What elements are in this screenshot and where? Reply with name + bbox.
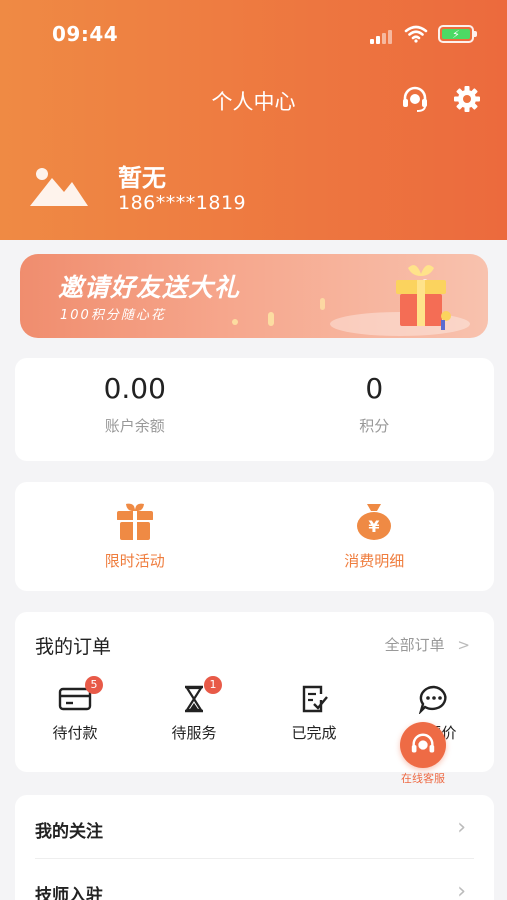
pending-service-badge: 1 bbox=[204, 676, 222, 694]
all-orders-label: 全部订单 bbox=[384, 636, 445, 654]
technician-join-row[interactable]: 技师入驻 › bbox=[35, 859, 474, 900]
chevron-right-icon: > bbox=[457, 636, 470, 654]
menu-list-card: 我的关注 › 技师入驻 › bbox=[15, 795, 494, 900]
customer-service-headset-icon[interactable] bbox=[400, 84, 430, 114]
online-service-floating-button[interactable]: 在线客服 bbox=[400, 722, 448, 786]
floating-headset-circle bbox=[400, 722, 446, 768]
limited-activity-label: 限时活动 bbox=[104, 552, 165, 570]
invite-banner[interactable]: 邀请好友送大礼 100积分随心花 bbox=[20, 254, 488, 338]
document-check-icon bbox=[302, 685, 328, 713]
pending-payment-badge: 5 bbox=[85, 676, 103, 694]
order-pending-service[interactable]: 1 待服务 bbox=[134, 676, 254, 743]
online-service-label: 在线客服 bbox=[401, 772, 445, 785]
wifi-icon bbox=[404, 25, 428, 43]
spending-detail-button[interactable]: ¥ 消费明细 bbox=[255, 500, 495, 571]
balance-label: 账户余额 bbox=[104, 417, 165, 435]
money-bag-icon: ¥ bbox=[357, 504, 392, 540]
orders-title: 我的订单 bbox=[35, 636, 112, 658]
points-value: 0 bbox=[365, 372, 384, 405]
page-title: 个人中心 bbox=[211, 90, 296, 114]
points-stat[interactable]: 0 积分 bbox=[255, 372, 495, 436]
cellular-signal-icon bbox=[370, 30, 396, 44]
account-stats-card: 0.00 账户余额 0 积分 bbox=[15, 358, 494, 461]
pending-payment-label: 待付款 bbox=[52, 724, 98, 742]
feature-card: 限时活动 ¥ 消费明细 bbox=[15, 482, 494, 591]
all-orders-link[interactable]: 全部订单 > bbox=[385, 634, 470, 655]
profile-header: 09:44 ⚡ 个人中心 暂无 186****1819 bbox=[0, 0, 507, 240]
user-name: 暂无 bbox=[118, 164, 166, 192]
balance-stat[interactable]: 0.00 账户余额 bbox=[15, 372, 255, 436]
technician-join-label: 技师入驻 bbox=[35, 886, 103, 900]
my-follow-label: 我的关注 bbox=[35, 822, 103, 842]
gift-box-illustration bbox=[396, 265, 451, 330]
chat-bubble-icon bbox=[418, 685, 447, 714]
order-completed[interactable]: 已完成 bbox=[254, 684, 374, 743]
settings-gear-icon[interactable] bbox=[452, 84, 482, 114]
limited-activity-button[interactable]: 限时活动 bbox=[15, 500, 255, 571]
avatar-placeholder-icon[interactable] bbox=[30, 164, 88, 206]
status-time: 09:44 bbox=[52, 22, 119, 46]
completed-label: 已完成 bbox=[291, 724, 337, 742]
points-label: 积分 bbox=[359, 417, 390, 435]
chevron-right-icon: › bbox=[457, 879, 466, 900]
balance-value: 0.00 bbox=[103, 372, 166, 405]
chevron-right-icon: › bbox=[457, 815, 466, 840]
pending-service-label: 待服务 bbox=[171, 724, 217, 742]
status-bar: 09:44 ⚡ bbox=[0, 22, 507, 48]
banner-title: 邀请好友送大礼 bbox=[58, 273, 241, 302]
my-follow-row[interactable]: 我的关注 › bbox=[35, 795, 474, 859]
svg-text:¥: ¥ bbox=[369, 517, 380, 536]
user-phone: 186****1819 bbox=[118, 192, 247, 214]
battery-charging-icon: ⚡ bbox=[438, 25, 477, 43]
spending-detail-label: 消费明细 bbox=[344, 552, 405, 570]
order-pending-payment[interactable]: 5 待付款 bbox=[15, 676, 135, 743]
banner-subtitle: 100积分随心花 bbox=[60, 308, 166, 323]
gift-icon bbox=[116, 503, 153, 540]
headset-icon bbox=[411, 733, 435, 753]
